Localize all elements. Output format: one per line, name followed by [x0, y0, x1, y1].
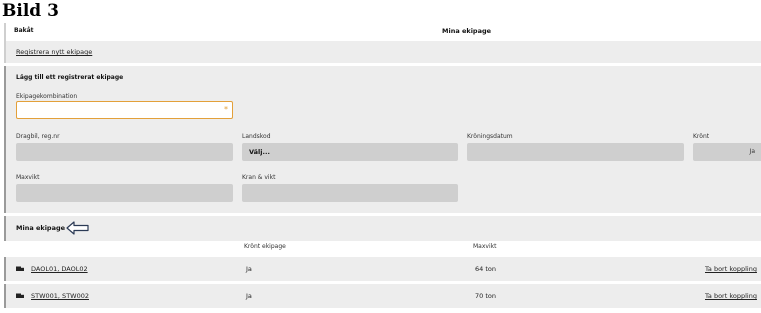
combination-label: Ekipagekombination [16, 93, 78, 100]
form-title: Lägg till ett registrerat ekipage [16, 74, 124, 81]
arrow-left-icon [66, 221, 89, 235]
truck-icon [16, 266, 24, 271]
max-weight-value: 70 ton [475, 292, 496, 300]
tractor-input[interactable] [16, 143, 233, 161]
crowned-label: Krönt [693, 133, 710, 140]
register-new-link[interactable]: Registrera nytt ekipage [16, 48, 92, 56]
add-registered-panel: Lägg till ett registrerat ekipage Ekipag… [4, 66, 761, 213]
remove-link-button[interactable]: Ta bort koppling [705, 292, 757, 300]
back-link[interactable]: Bakåt [14, 27, 34, 34]
country-select[interactable]: Välj... [242, 143, 458, 161]
column-header-max-weight: Maxvikt [473, 243, 497, 250]
crowned-value: Ja [246, 292, 252, 300]
max-weight-input[interactable] [16, 184, 233, 202]
list-title: Mina ekipage [16, 224, 66, 232]
table-row: STW001, STW002 Ja 70 ton Ta bort kopplin… [4, 284, 761, 308]
coronation-date-label: Kröningsdatum [467, 133, 513, 140]
top-bar: Bakåt Mina ekipage [4, 23, 761, 41]
remove-link-button[interactable]: Ta bort koppling [705, 265, 757, 273]
page-title: Mina ekipage [442, 27, 492, 35]
vehicle-link[interactable]: DAOL01, DAOL02 [31, 265, 88, 273]
truck-icon [16, 293, 24, 298]
country-select-value: Välj... [249, 148, 270, 156]
crane-label: Kran & vikt [242, 174, 276, 181]
crowned-value: Ja [246, 265, 252, 273]
my-vehicles-header: Mina ekipage [4, 216, 761, 241]
table-row: DAOL01, DAOL02 Ja 64 ton Ta bort kopplin… [4, 257, 761, 281]
max-weight-label: Maxvikt [16, 174, 40, 181]
crane-input[interactable] [242, 184, 458, 202]
coronation-date-input[interactable] [467, 143, 684, 161]
crowned-select-value: Ja [749, 148, 755, 155]
combination-input[interactable]: * [16, 101, 233, 119]
required-icon: * [224, 105, 228, 114]
crowned-select[interactable]: Ja [693, 143, 761, 161]
country-label: Landskod [242, 133, 271, 140]
max-weight-value: 64 ton [475, 265, 496, 273]
column-header-crowned: Krönt ekipage [244, 243, 286, 250]
register-bar: Registrera nytt ekipage [4, 41, 761, 63]
vehicle-link[interactable]: STW001, STW002 [31, 292, 89, 300]
tractor-label: Dragbil, reg.nr [16, 133, 60, 140]
figure-caption: Bild 3 [2, 1, 59, 21]
